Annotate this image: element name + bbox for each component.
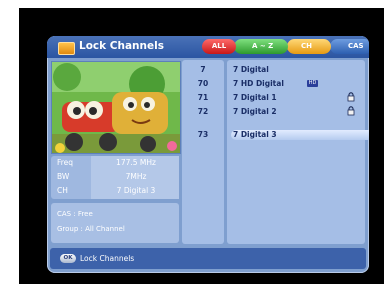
channel-number[interactable]: 71 bbox=[182, 93, 224, 102]
ch-value: 7 Digital 3 bbox=[116, 186, 156, 195]
bw-value: 7MHz bbox=[125, 172, 147, 181]
channel-name[interactable]: 7 Digital 1 bbox=[233, 93, 277, 102]
bw-label: BW bbox=[57, 172, 70, 181]
footer-action-label: Lock Channels bbox=[80, 254, 135, 263]
ch-button[interactable]: CH bbox=[287, 39, 331, 54]
lock-icon bbox=[347, 106, 355, 116]
page-title: Lock Channels bbox=[79, 40, 164, 52]
footer-bar: OK Lock Channels bbox=[50, 248, 366, 269]
tv-screen: Lock Channels CAS CH A ~ Z ALL Freq 177.… bbox=[19, 8, 384, 284]
channel-name[interactable]: 7 Digital bbox=[233, 65, 269, 74]
ch-row: CH 7 Digital 3 bbox=[51, 184, 179, 198]
group-status: Group : All Channel bbox=[57, 225, 125, 233]
menu-icon bbox=[58, 42, 75, 55]
channel-number-selected[interactable]: 73 bbox=[182, 130, 224, 139]
freq-label: Freq bbox=[57, 158, 74, 167]
cas-button[interactable]: CAS bbox=[330, 39, 369, 54]
channel-number[interactable]: 7 bbox=[182, 65, 224, 74]
channel-name[interactable]: 7 Digital 2 bbox=[233, 107, 277, 116]
lock-icon bbox=[347, 92, 355, 102]
hd-badge-icon: HD bbox=[307, 80, 318, 87]
ch-label: CH bbox=[57, 186, 68, 195]
lock-channels-menu: Lock Channels CAS CH A ~ Z ALL Freq 177.… bbox=[47, 36, 369, 273]
channel-name[interactable]: 7 HD Digital bbox=[233, 79, 284, 88]
freq-row: Freq 177.5 MHz bbox=[51, 156, 179, 170]
preview-image bbox=[52, 62, 180, 153]
bw-row: BW 7MHz bbox=[51, 170, 179, 184]
channel-number[interactable]: 72 bbox=[182, 107, 224, 116]
channel-number[interactable]: 70 bbox=[182, 79, 224, 88]
cas-group-info: CAS : Free Group : All Channel bbox=[51, 203, 179, 243]
all-button[interactable]: ALL bbox=[202, 39, 236, 54]
signal-info: Freq 177.5 MHz BW 7MHz CH 7 Digital 3 bbox=[51, 156, 179, 199]
channel-name-selected[interactable]: 7 Digital 3 bbox=[233, 130, 277, 139]
ok-button[interactable]: OK bbox=[60, 254, 76, 263]
cas-status: CAS : Free bbox=[57, 210, 93, 218]
a-z-button[interactable]: A ~ Z bbox=[234, 39, 288, 54]
video-preview bbox=[51, 61, 181, 154]
freq-value: 177.5 MHz bbox=[116, 158, 156, 167]
